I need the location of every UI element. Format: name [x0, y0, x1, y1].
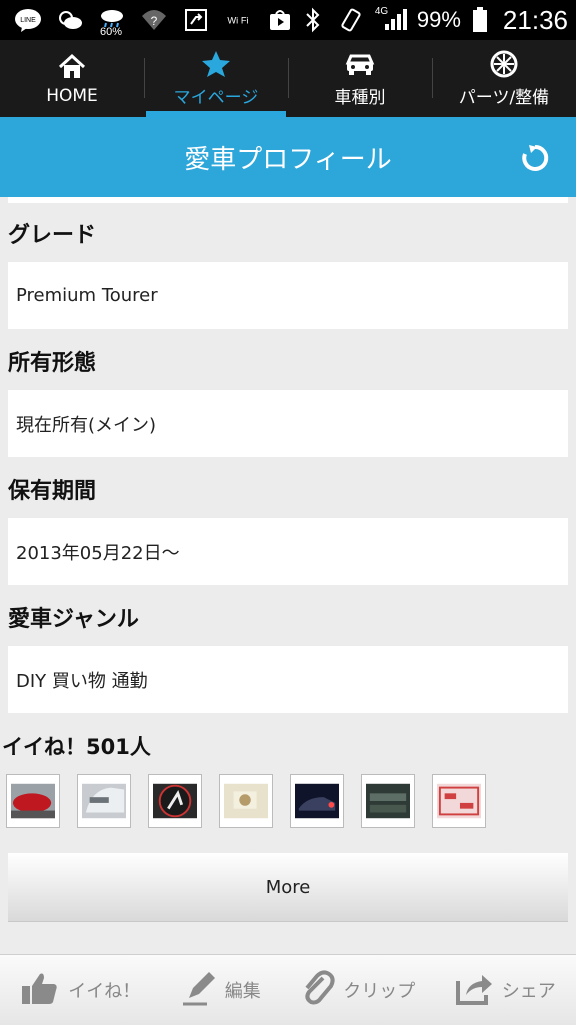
wifi-icon: Wi Fi — [224, 8, 252, 32]
tab-mypage-label: マイページ — [173, 88, 259, 108]
edit-button[interactable]: 編集 — [181, 970, 261, 1011]
paperclip-icon — [301, 969, 335, 1011]
tab-car-models-label: 車種別 — [334, 88, 386, 108]
weather-icon — [56, 8, 84, 32]
like-label: イイね！ — [68, 981, 141, 1002]
ownership-value: 現在所有(メイン) — [8, 390, 568, 457]
car-genre-value: DIY 買い物 通勤 — [8, 646, 568, 713]
more-button[interactable]: More — [8, 853, 568, 922]
line-label: LINE — [20, 17, 36, 24]
car-icon — [345, 49, 375, 79]
liker-thumbnail[interactable] — [77, 774, 131, 828]
ownership-period-value: 2013年05月22日〜 — [8, 518, 568, 585]
liker-thumbnail[interactable] — [432, 774, 486, 828]
main-nav: HOME マイページ 車種別 パーツ/整備 — [0, 40, 576, 117]
tab-home-label: HOME — [46, 85, 98, 106]
thumbs-up-icon — [20, 970, 60, 1011]
rain-cloud-icon: 60% — [98, 8, 126, 38]
previous-field-edge — [8, 197, 568, 203]
wifi-label: Wi Fi — [227, 16, 248, 26]
navigation-icon — [182, 8, 210, 32]
play-store-icon — [266, 8, 294, 32]
car-genre-label: 愛車ジャンル — [8, 607, 139, 632]
liker-thumbnail[interactable] — [6, 774, 60, 828]
liker-thumbnail[interactable] — [361, 774, 415, 828]
page-header: 愛車プロフィール — [0, 117, 576, 197]
battery-icon — [471, 7, 489, 32]
tab-home[interactable]: HOME — [0, 40, 144, 117]
wheel-icon — [490, 49, 518, 79]
tab-mypage[interactable]: マイページ — [144, 40, 288, 117]
line-app-icon: LINE — [14, 8, 42, 32]
liker-thumbnail[interactable] — [148, 774, 202, 828]
tab-parts-label: パーツ/整備 — [458, 88, 550, 108]
network-type: 4G — [374, 6, 389, 17]
liker-thumbnail[interactable] — [290, 774, 344, 828]
wifi-unknown-icon: ? — [140, 8, 168, 32]
signal-icon: 4G — [374, 6, 407, 32]
bluetooth-icon — [299, 7, 327, 33]
clip-button[interactable]: クリップ — [301, 969, 416, 1011]
nav-divider — [144, 58, 145, 98]
clock: 21:36 — [502, 4, 568, 35]
pencil-icon — [181, 970, 217, 1011]
tab-car-models[interactable]: 車種別 — [288, 40, 432, 117]
nav-divider — [432, 58, 433, 98]
svg-text:?: ? — [151, 14, 158, 28]
status-bar: LINE 60% ? Wi Fi 4G 99% 21:36 — [0, 0, 576, 40]
edit-label: 編集 — [224, 981, 261, 1002]
grade-label: グレード — [8, 223, 97, 248]
action-toolbar: イイね！ 編集 クリップ シェア — [0, 954, 576, 1025]
battery-percent: 99% — [416, 7, 461, 32]
star-icon — [201, 49, 231, 79]
liker-thumbnail[interactable] — [219, 774, 273, 828]
ownership-period-label: 保有期間 — [8, 479, 97, 504]
precipitation-percent: 60% — [100, 26, 123, 38]
share-label: シェア — [501, 981, 556, 1002]
page-title: 愛車プロフィール — [184, 144, 392, 175]
like-button[interactable]: イイね！ — [20, 970, 140, 1011]
likes-count-title: イイね！501人 — [2, 735, 151, 759]
share-button[interactable]: シェア — [455, 971, 556, 1010]
liker-thumbnails — [6, 774, 486, 828]
tab-parts-maintenance[interactable]: パーツ/整備 — [432, 40, 576, 117]
share-icon — [455, 971, 494, 1010]
refresh-icon[interactable] — [520, 143, 550, 173]
nav-divider — [288, 58, 289, 98]
ownership-label: 所有形態 — [8, 351, 97, 376]
clip-label: クリップ — [343, 981, 416, 1002]
home-icon — [57, 52, 87, 82]
grade-value: Premium Tourer — [8, 262, 568, 329]
vibrate-icon — [337, 8, 365, 32]
